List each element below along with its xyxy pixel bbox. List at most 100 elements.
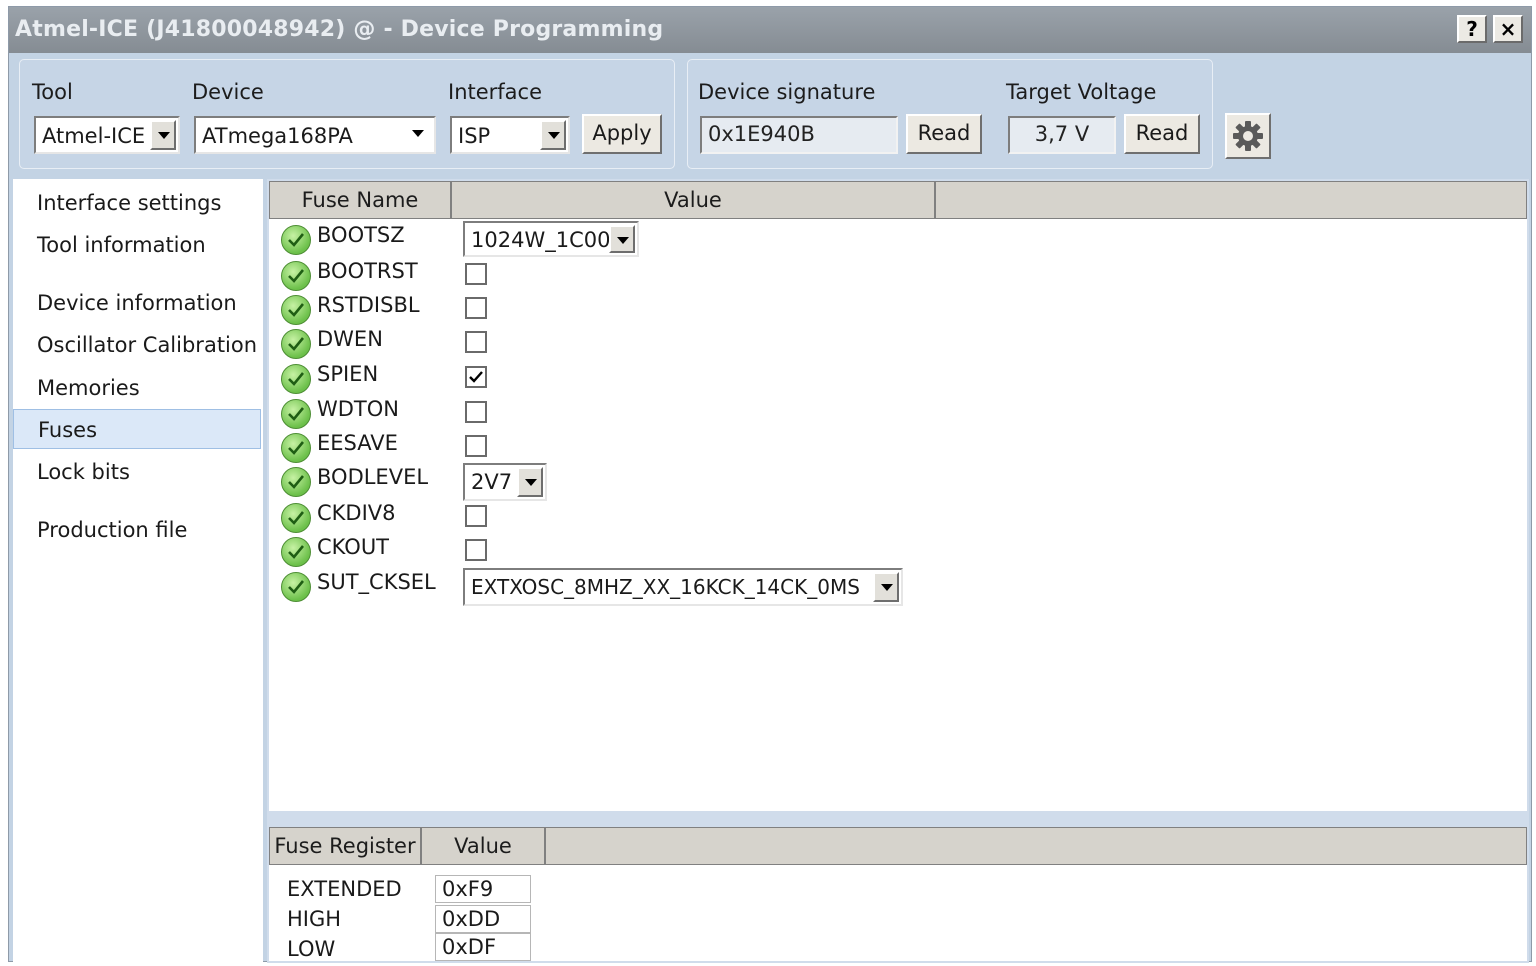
signature-voltage-group: Device signature 0x1E940B Read Target Vo… [687,59,1213,169]
fuse-name: EESAVE [317,431,398,455]
tool-label: Tool [32,80,73,104]
chevron-down-icon[interactable] [406,120,432,150]
fuse-name: BODLEVEL [317,465,429,489]
fuse-row-ckout: CKOUT [269,533,1169,567]
sidebar-item-device-information[interactable]: Device information [13,283,261,323]
apply-button[interactable]: Apply [582,114,662,154]
read-voltage-button[interactable]: Read [1124,114,1200,154]
sidebar-item-tool-information[interactable]: Tool information [13,225,261,265]
sidebar-item-production-file[interactable]: Production file [13,510,261,550]
spien-checkbox[interactable] [465,366,487,388]
read-signature-button[interactable]: Read [906,114,982,154]
sut-cksel-select[interactable]: EXTXOSC_8MHZ_XX_16KCK_14CK_0MS [463,568,903,606]
check-circle-icon [281,537,311,567]
fuses-content: Fuse Name Value BOOTSZ 1024W_1C00 BOOTRS… [267,179,1529,963]
settings-button[interactable] [1225,113,1271,159]
fuse-row-rstdisbl: RSTDISBL [269,291,1169,325]
fuse-row-ckdiv8: CKDIV8 [269,499,1169,533]
device-label: Device [192,80,264,104]
check-circle-icon [281,503,311,533]
dwen-checkbox[interactable] [465,331,487,353]
tool-select-value: Atmel-ICE [42,124,146,148]
interface-select-value: ISP [458,124,491,148]
register-name-low: LOW [287,937,336,961]
chevron-down-icon[interactable] [873,572,899,602]
fuse-table: Fuse Name Value BOOTSZ 1024W_1C00 BOOTRS… [269,181,1527,811]
check-circle-icon [281,225,311,255]
register-value-extended[interactable]: 0xF9 [435,875,531,903]
fuse-name: WDTON [317,397,400,421]
fuse-row-bootsz: BOOTSZ 1024W_1C00 [269,221,1169,257]
bootrst-checkbox[interactable] [465,263,487,285]
fuse-name: SUT_CKSEL [317,570,436,594]
eesave-checkbox[interactable] [465,435,487,457]
chevron-down-icon[interactable] [609,225,635,253]
register-name-high: HIGH [287,907,342,931]
bootsz-select[interactable]: 1024W_1C00 [463,221,639,257]
fuse-row-dwen: DWEN [269,325,1169,359]
device-signature-label: Device signature [698,80,876,104]
fuse-register-header[interactable]: Fuse Register [269,827,421,865]
ckdiv8-checkbox[interactable] [465,505,487,527]
chevron-down-icon[interactable] [540,120,566,150]
chevron-down-icon[interactable] [150,120,176,150]
interface-select[interactable]: ISP [450,116,570,154]
sidebar-item-memories[interactable]: Memories [13,368,261,408]
sidebar-item-oscillator-calibration[interactable]: Oscillator Calibration [13,325,261,365]
window-title: Atmel-ICE (J41800048942) @ - Device Prog… [15,17,664,42]
device-signature-field: 0x1E940B [700,116,898,154]
wdton-checkbox[interactable] [465,401,487,423]
bodlevel-value: 2V7 [471,470,513,494]
rstdisbl-checkbox[interactable] [465,297,487,319]
fuse-name: BOOTSZ [317,223,405,247]
fuse-name: CKOUT [317,535,390,559]
fuse-row-bodlevel: BODLEVEL 2V7 [269,463,1169,501]
tool-select[interactable]: Atmel-ICE [34,116,180,154]
fuse-name: RSTDISBL [317,293,420,317]
fuse-empty-header [935,181,1527,219]
device-select-value: ATmega168PA [202,124,353,148]
fuse-row-sut-cksel: SUT_CKSEL EXTXOSC_8MHZ_XX_16KCK_14CK_0MS [269,568,1169,606]
fuse-name-header[interactable]: Fuse Name [269,181,451,219]
fuse-row-eesave: EESAVE [269,429,1169,463]
fuse-name: SPIEN [317,362,379,386]
check-circle-icon [281,467,311,497]
check-circle-icon [281,329,311,359]
help-button[interactable]: ? [1457,15,1487,43]
check-circle-icon [281,572,311,602]
fuse-register-table: Fuse Register Value EXTENDED 0xF9 HIGH 0… [269,827,1527,961]
fuse-row-wdton: WDTON [269,395,1169,429]
device-select[interactable]: ATmega168PA [194,116,436,154]
checkmark-icon [469,371,483,383]
target-voltage-field: 3,7 V [1008,116,1116,154]
check-circle-icon [281,295,311,325]
target-voltage-label: Target Voltage [1006,80,1157,104]
title-bar[interactable]: Atmel-ICE (J41800048942) @ - Device Prog… [9,7,1531,53]
close-button[interactable]: × [1493,15,1523,43]
register-value-low[interactable]: 0xDF [435,933,531,961]
sidebar-nav: Interface settings Tool information Devi… [13,179,263,963]
sut-cksel-value: EXTXOSC_8MHZ_XX_16KCK_14CK_0MS [471,575,860,599]
chevron-down-icon[interactable] [517,467,543,497]
sidebar-item-interface-settings[interactable]: Interface settings [13,183,261,223]
gear-icon [1233,121,1263,151]
fuse-value-header[interactable]: Value [451,181,935,219]
sidebar-item-lock-bits[interactable]: Lock bits [13,452,261,492]
ckout-checkbox[interactable] [465,539,487,561]
fuse-row-spien: SPIEN [269,360,1169,394]
device-programming-window: Atmel-ICE (J41800048942) @ - Device Prog… [8,6,1532,963]
fuse-name: CKDIV8 [317,501,396,525]
register-empty-header [545,827,1527,865]
register-value-header[interactable]: Value [421,827,545,865]
register-name-extended: EXTENDED [287,877,402,901]
check-circle-icon [281,261,311,291]
interface-label: Interface [448,80,543,104]
register-value-high[interactable]: 0xDD [435,905,531,933]
bootsz-value: 1024W_1C00 [471,228,611,252]
tool-device-group: Tool Atmel-ICE Device ATmega168PA Interf… [19,59,675,169]
fuse-row-bootrst: BOOTRST [269,257,1169,291]
sidebar-item-fuses[interactable]: Fuses [13,409,261,449]
bodlevel-select[interactable]: 2V7 [463,463,547,501]
check-circle-icon [281,399,311,429]
fuse-name: DWEN [317,327,383,351]
